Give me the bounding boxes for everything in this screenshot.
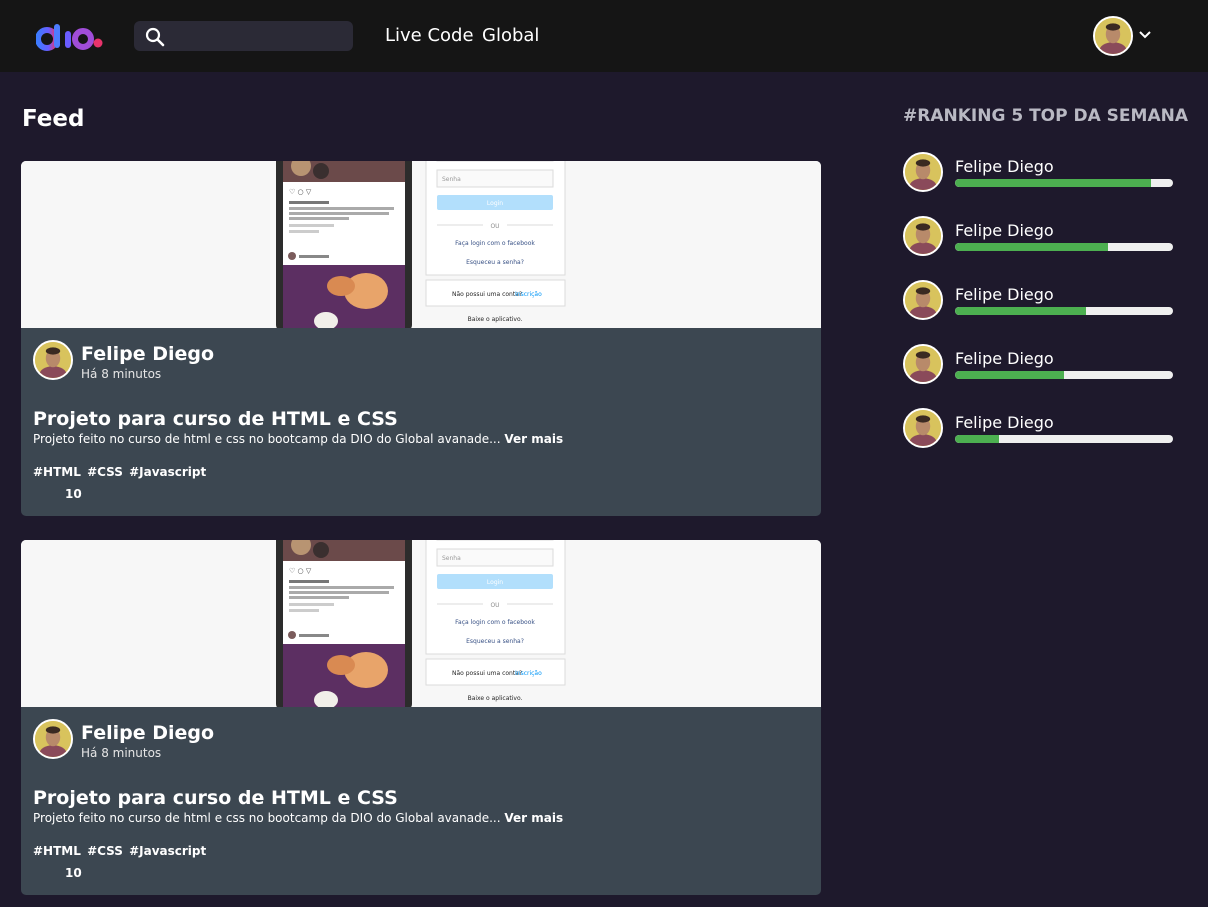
image-login-button: Login (487, 200, 503, 207)
svg-text:♡ ○ ▽: ♡ ○ ▽ (289, 188, 312, 196)
author-name[interactable]: Felipe Diego (81, 722, 214, 744)
image-signup: Inscrição (515, 670, 542, 677)
ranking-progress-fill (955, 243, 1108, 251)
ranking-progress-bar (955, 243, 1173, 251)
ranking-progress-fill (955, 307, 1086, 315)
image-login-button: Login (487, 579, 503, 586)
ranking-avatar (903, 216, 943, 256)
post-description: Projeto feito no curso de html e css no … (33, 811, 563, 825)
ranking-name: Felipe Diego (955, 285, 1054, 304)
tag-html[interactable]: #HTML (33, 844, 81, 858)
tag-css[interactable]: #CSS (87, 844, 123, 858)
user-avatar[interactable] (1093, 16, 1133, 56)
post-tags: #HTML #CSS #Javascript (33, 844, 208, 858)
search-icon (145, 27, 165, 47)
ranking-item[interactable]: Felipe Diego (903, 216, 1175, 256)
author-avatar[interactable] (33, 719, 73, 759)
image-no-account: Não possui uma conta? (452, 670, 522, 677)
image-facebook-login: Faça login com o facebook (455, 619, 535, 626)
ranking-avatar (903, 152, 943, 192)
ranking-item[interactable]: Felipe Diego (903, 280, 1175, 320)
post-time: Há 8 minutos (81, 746, 162, 760)
image-password-placeholder: Senha (442, 555, 461, 562)
image-or-divider: OU (490, 223, 499, 230)
post-title[interactable]: Projeto para curso de HTML e CSS (33, 407, 398, 431)
see-more-link[interactable]: Ver mais (504, 432, 563, 446)
image-download-app: Baixe o aplicativo. (468, 316, 523, 323)
ranking-item[interactable]: Felipe Diego (903, 152, 1175, 192)
feed-title: Feed (22, 106, 85, 132)
post-card[interactable]: ♡ ○ ▽ Senha Login OU Faça login com o fa… (21, 540, 821, 895)
author-avatar[interactable] (33, 340, 73, 380)
like-count[interactable]: 10 (65, 866, 82, 880)
ranking-name: Felipe Diego (955, 221, 1054, 240)
tag-css[interactable]: #CSS (87, 465, 123, 479)
see-more-link[interactable]: Ver mais (504, 811, 563, 825)
avatar-portrait (905, 346, 941, 382)
ranking-name: Felipe Diego (955, 157, 1054, 176)
author-name[interactable]: Felipe Diego (81, 343, 214, 365)
post-time: Há 8 minutos (81, 367, 162, 381)
ranking-item[interactable]: Felipe Diego (903, 408, 1175, 448)
image-forgot-password: Esqueceu a senha? (466, 638, 524, 645)
like-count[interactable]: 10 (65, 487, 82, 501)
post-title[interactable]: Projeto para curso de HTML e CSS (33, 786, 398, 810)
image-or-divider: OU (490, 602, 499, 609)
search-bar[interactable] (134, 21, 353, 51)
ranking-avatar (903, 280, 943, 320)
avatar-portrait (905, 218, 941, 254)
ranking-title: #RANKING 5 TOP DA SEMANA (903, 106, 1188, 126)
avatar-portrait (1095, 18, 1131, 54)
ranking-item[interactable]: Felipe Diego (903, 344, 1175, 384)
avatar-portrait (905, 154, 941, 190)
post-description-text: Projeto feito no curso de html e css no … (33, 811, 501, 825)
image-signup: Inscrição (515, 291, 542, 298)
image-download-app: Baixe o aplicativo. (468, 695, 523, 702)
nav-global[interactable]: Global (482, 24, 539, 48)
ranking-progress-bar (955, 179, 1173, 187)
post-image: ♡ ○ ▽ Senha Login OU Faça login com o fa… (21, 161, 821, 328)
ranking-progress-bar (955, 435, 1173, 443)
tag-javascript[interactable]: #Javascript (129, 465, 206, 479)
post-image: ♡ ○ ▽ Senha Login OU Faça login com o fa… (21, 540, 821, 707)
svg-text:♡ ○ ▽: ♡ ○ ▽ (289, 567, 312, 575)
top-header: Live Code Global (0, 0, 1208, 72)
image-forgot-password: Esqueceu a senha? (466, 259, 524, 266)
ranking-progress-fill (955, 371, 1064, 379)
post-card[interactable]: ♡ ○ ▽ Senha Login OU Faça login com o fa… (21, 161, 821, 516)
dio-logo[interactable] (36, 22, 104, 52)
tag-javascript[interactable]: #Javascript (129, 844, 206, 858)
ranking-avatar (903, 344, 943, 384)
nav-live-code[interactable]: Live Code (385, 24, 474, 48)
search-input[interactable] (174, 25, 344, 47)
image-password-placeholder: Senha (442, 176, 461, 183)
post-description-text: Projeto feito no curso de html e css no … (33, 432, 501, 446)
image-facebook-login: Faça login com o facebook (455, 240, 535, 247)
avatar-portrait (905, 282, 941, 318)
ranking-progress-fill (955, 435, 999, 443)
ranking-name: Felipe Diego (955, 413, 1054, 432)
avatar-portrait (905, 410, 941, 446)
ranking-progress-bar (955, 307, 1173, 315)
chevron-down-icon[interactable] (1137, 27, 1153, 43)
ranking-avatar (903, 408, 943, 448)
ranking-name: Felipe Diego (955, 349, 1054, 368)
avatar-portrait (35, 721, 71, 757)
ranking-progress-bar (955, 371, 1173, 379)
post-description: Projeto feito no curso de html e css no … (33, 432, 563, 446)
tag-html[interactable]: #HTML (33, 465, 81, 479)
avatar-portrait (35, 342, 71, 378)
ranking-progress-fill (955, 179, 1152, 187)
post-tags: #HTML #CSS #Javascript (33, 465, 208, 479)
image-no-account: Não possui uma conta? (452, 291, 522, 298)
